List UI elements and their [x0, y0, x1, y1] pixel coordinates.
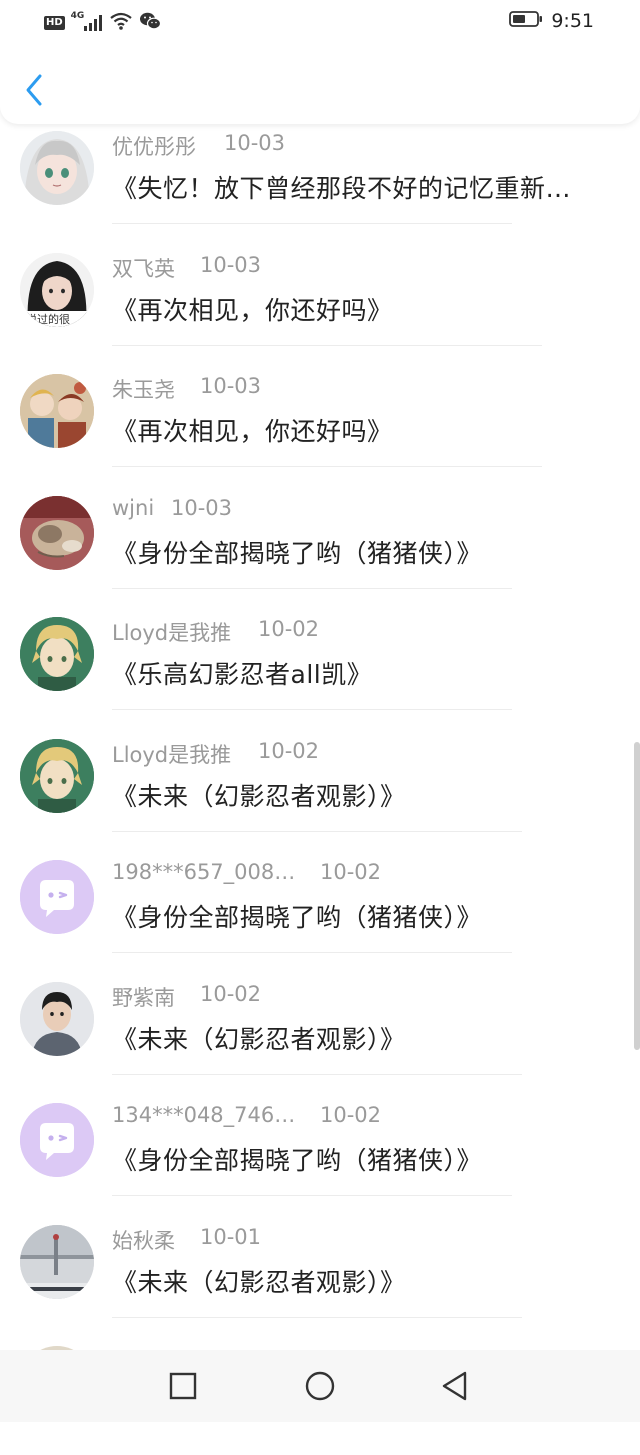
row-divider: [112, 345, 542, 346]
work-title[interactable]: 《未来（幻影忍者观影）》: [112, 777, 406, 813]
list-item[interactable]: Lloyd是我推 10-02 《乐高幻影忍者all凯》: [0, 605, 640, 726]
back-button[interactable]: [18, 70, 50, 110]
work-title[interactable]: 《未来（幻影忍者观影）》: [112, 1020, 406, 1056]
date-label: 10-03: [171, 496, 233, 520]
row-divider: [112, 831, 522, 832]
list-item[interactable]: 优优彤彤 10-03 《失忆！放下曾经那段不好的记忆重新…: [0, 119, 640, 240]
author-line: wjni 10-03: [112, 496, 232, 526]
item-list: 优优彤彤 10-03 《失忆！放下曾经那段不好的记忆重新… 说过的很 双飞英 1…: [0, 124, 640, 1455]
row-divider: [112, 709, 512, 710]
scenery-avatar[interactable]: [20, 1225, 94, 1299]
list-item[interactable]: 朱玉尧 10-03 《再次相见，你还好吗》: [0, 362, 640, 483]
clock: 9:51: [551, 10, 594, 32]
work-title[interactable]: 《身份全部揭晓了哟（猪猪侠）》: [112, 1141, 482, 1177]
anime-girl-avatar[interactable]: [20, 131, 94, 205]
author-name[interactable]: 野紫南: [112, 986, 175, 1010]
avatar-caption: 说过的很: [26, 313, 70, 326]
author-name[interactable]: Lloyd是我推: [112, 621, 231, 645]
author-line: 双飞英 10-03: [112, 253, 261, 283]
author-name[interactable]: 198***657_008…: [112, 860, 295, 884]
date-label: 10-02: [320, 1103, 382, 1127]
author-line: 198***657_008… 10-02: [112, 860, 381, 890]
date-label: 10-03: [224, 131, 286, 155]
row-divider: [112, 1317, 522, 1318]
list-item[interactable]: wjni 10-03 《身份全部揭晓了哟（猪猪侠）》: [0, 484, 640, 605]
signal-4g-icon: 4G: [71, 11, 103, 33]
date-label: 10-02: [200, 982, 262, 1006]
system-nav-bar: [0, 1350, 640, 1422]
row-divider: [112, 952, 512, 953]
list-item[interactable]: 说过的很 双飞英 10-03 《再次相见，你还好吗》: [0, 241, 640, 362]
author-line: 野紫南 10-02: [112, 982, 261, 1012]
date-label: 10-01: [200, 1225, 262, 1249]
chevron-left-icon: [26, 74, 42, 106]
author-name[interactable]: 优优彤彤: [112, 135, 196, 159]
author-name[interactable]: 134***048_746…: [112, 1103, 295, 1127]
date-label: 10-03: [200, 253, 262, 277]
list-item[interactable]: 野紫南 10-02 《未来（幻影忍者观影）》: [0, 970, 640, 1091]
author-line: 始秋柔 10-01: [112, 1225, 261, 1255]
wifi-icon: [109, 11, 133, 35]
date-label: 10-02: [258, 739, 320, 763]
status-left: HD 4G: [44, 11, 161, 35]
top-header: [0, 44, 640, 124]
author-name[interactable]: 始秋柔: [112, 1229, 175, 1253]
author-name[interactable]: Lloyd是我推: [112, 743, 231, 767]
author-name[interactable]: wjni: [112, 496, 154, 520]
work-title[interactable]: 《未来（幻影忍者观影）》: [112, 1263, 406, 1299]
work-title[interactable]: 《身份全部揭晓了哟（猪猪侠）》: [112, 898, 482, 934]
system-back-button[interactable]: [437, 1368, 473, 1404]
photo-avatar[interactable]: 说过的很: [20, 253, 94, 327]
recent-apps-button[interactable]: [165, 1368, 201, 1404]
battery-icon: [509, 10, 543, 32]
wechat-icon: [139, 11, 161, 35]
work-title[interactable]: 《再次相见，你还好吗》: [112, 291, 393, 327]
list-item[interactable]: 198***657_008… 10-02 《身份全部揭晓了哟（猪猪侠）》: [0, 848, 640, 969]
home-button[interactable]: [302, 1368, 338, 1404]
anime-boy-avatar[interactable]: [20, 739, 94, 813]
square-icon: [169, 1372, 197, 1400]
author-line: 朱玉尧 10-03: [112, 374, 261, 404]
cat-avatar[interactable]: [20, 496, 94, 570]
author-name[interactable]: 双飞英: [112, 257, 175, 281]
date-label: 10-02: [320, 860, 382, 884]
work-title[interactable]: 《再次相见，你还好吗》: [112, 412, 393, 448]
scrollbar[interactable]: [634, 742, 640, 1050]
anime-group-avatar[interactable]: [20, 374, 94, 448]
circle-icon: [305, 1371, 335, 1401]
row-divider: [112, 1195, 512, 1196]
author-line: 134***048_746… 10-02: [112, 1103, 381, 1133]
row-divider: [112, 223, 512, 224]
status-right: 9:51: [509, 10, 594, 32]
author-name[interactable]: 朱玉尧: [112, 378, 175, 402]
author-line: Lloyd是我推 10-02: [112, 617, 319, 647]
row-divider: [112, 466, 542, 467]
row-divider: [112, 588, 512, 589]
list-item[interactable]: 134***048_746… 10-02 《身份全部揭晓了哟（猪猪侠）》: [0, 1091, 640, 1212]
work-title[interactable]: 《身份全部揭晓了哟（猪猪侠）》: [112, 534, 482, 570]
photo-boy-avatar[interactable]: [20, 982, 94, 1056]
author-line: Lloyd是我推 10-02: [112, 739, 319, 769]
list-item[interactable]: Lloyd是我推 10-02 《未来（幻影忍者观影）》: [0, 727, 640, 848]
status-bar: HD 4G 9:51: [0, 0, 640, 44]
work-title[interactable]: 《乐高幻影忍者all凯》: [112, 655, 372, 691]
date-label: 10-02: [258, 617, 320, 641]
work-title[interactable]: 《失忆！放下曾经那段不好的记忆重新…: [112, 169, 571, 205]
row-divider: [112, 1074, 522, 1075]
triangle-back-icon: [442, 1371, 467, 1401]
list-item[interactable]: 始秋柔 10-01 《未来（幻影忍者观影）》: [0, 1213, 640, 1334]
default-chat-avatar[interactable]: [20, 860, 94, 934]
default-chat-avatar[interactable]: [20, 1103, 94, 1177]
date-label: 10-03: [200, 374, 262, 398]
hd-badge: HD: [44, 16, 65, 30]
anime-boy-avatar[interactable]: [20, 617, 94, 691]
author-line: 优优彤彤 10-03: [112, 131, 285, 161]
